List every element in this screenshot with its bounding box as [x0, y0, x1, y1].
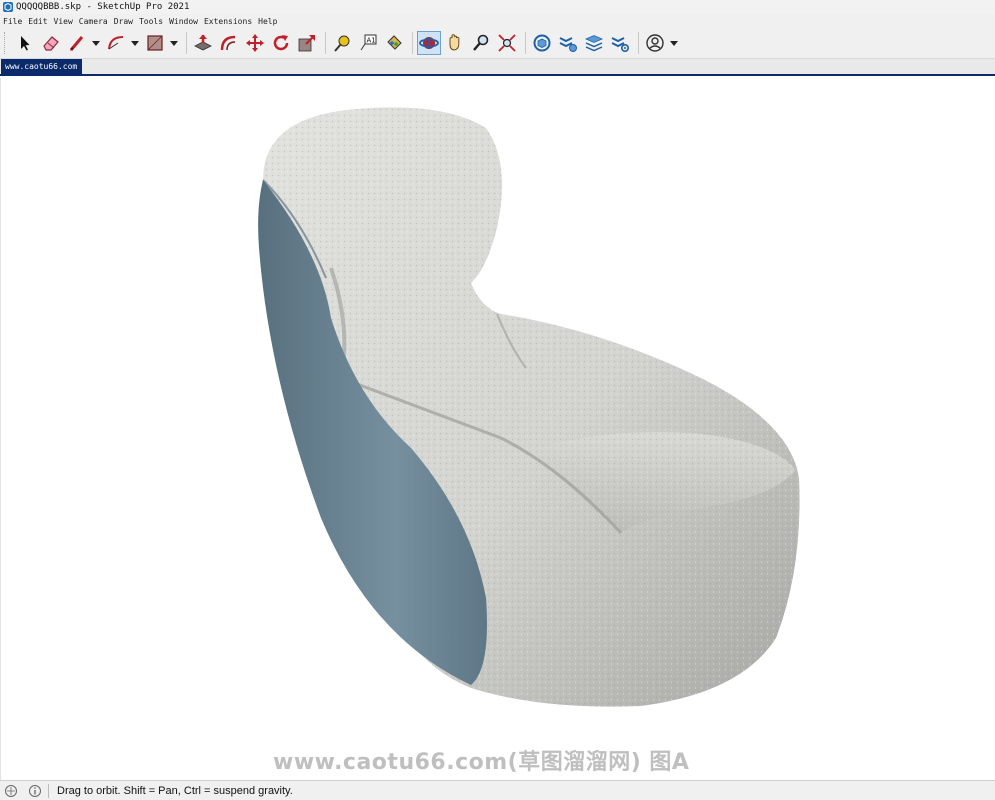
eraser-icon [43, 36, 59, 51]
extension-warehouse-icon [559, 37, 577, 52]
arc-icon [108, 36, 124, 50]
user-account-dropdown[interactable] [669, 31, 679, 55]
user-account-button[interactable] [643, 31, 667, 55]
tape-measure-icon [334, 35, 350, 52]
arc-tool-dropdown[interactable] [130, 31, 140, 55]
select-icon [21, 36, 30, 51]
svg-text:A1: A1 [367, 37, 376, 45]
rectangle-icon [147, 35, 163, 51]
offset-tool-button[interactable] [217, 31, 241, 55]
menu-window[interactable]: Window [166, 17, 201, 26]
move-tool-button[interactable] [243, 31, 267, 55]
layout-icon [585, 35, 603, 52]
info-icon[interactable] [28, 784, 42, 798]
rotate-icon [273, 35, 289, 51]
push-pull-tool-button[interactable] [191, 31, 215, 55]
paint-bucket-tool-button[interactable] [382, 31, 406, 55]
toolbar-separator [412, 32, 413, 54]
menu-edit[interactable]: Edit [25, 17, 50, 26]
status-message: Drag to orbit. Shift = Pan, Ctrl = suspe… [57, 784, 293, 797]
layout-button[interactable] [582, 31, 606, 55]
line-tool-dropdown[interactable] [91, 31, 101, 55]
scale-tool-button[interactable] [295, 31, 319, 55]
menu-tools[interactable]: Tools [136, 17, 166, 26]
scale-icon [298, 35, 315, 52]
toolbar-separator [325, 32, 326, 54]
menu-extensions[interactable]: Extensions [201, 17, 255, 26]
window-title: QQQQQBBB.skp - SketchUp Pro 2021 [16, 2, 190, 12]
scene-tab[interactable]: www.caotu66.com [1, 59, 82, 76]
title-bar: QQQQQBBB.skp - SketchUp Pro 2021 [0, 0, 995, 14]
menu-draw[interactable]: Draw [111, 17, 136, 26]
orbit-tool-button[interactable] [417, 31, 441, 55]
toolbar-separator [186, 32, 187, 54]
status-bar: Drag to orbit. Shift = Pan, Ctrl = suspe… [0, 780, 995, 800]
text-tool-button[interactable]: A1 [356, 31, 380, 55]
orbit-icon [419, 37, 439, 49]
zoom-extents-icon [498, 34, 516, 52]
3d-warehouse-icon [533, 34, 551, 52]
menu-camera[interactable]: Camera [76, 17, 111, 26]
geo-location-icon[interactable] [4, 784, 18, 798]
drawing-viewport[interactable]: www.caotu66.com(草图溜溜网) 图A [0, 78, 995, 780]
rotate-tool-button[interactable] [269, 31, 293, 55]
extension-manager-button[interactable] [608, 31, 632, 55]
rectangle-tool-button[interactable] [143, 31, 167, 55]
paint-bucket-icon [387, 35, 402, 50]
sketchup-logo-icon [3, 2, 13, 12]
pan-icon [449, 34, 460, 51]
push-pull-icon [194, 34, 212, 51]
text-icon: A1 [360, 34, 377, 51]
scene-tabs: www.caotu66.com [0, 59, 995, 76]
3d-warehouse-button[interactable] [530, 31, 554, 55]
user-account-icon [646, 34, 664, 52]
zoom-tool-button[interactable] [469, 31, 493, 55]
menu-bar: File Edit View Camera Draw Tools Window … [0, 14, 995, 28]
rectangle-tool-dropdown[interactable] [169, 31, 179, 55]
chair-model [258, 107, 800, 707]
menu-help[interactable]: Help [255, 17, 280, 26]
move-icon [246, 34, 264, 52]
toolbar-grip[interactable] [4, 32, 7, 54]
offset-icon [220, 35, 236, 51]
extension-manager-icon [611, 37, 630, 53]
tape-measure-tool-button[interactable] [330, 31, 354, 55]
pan-tool-button[interactable] [443, 31, 467, 55]
extension-warehouse-button[interactable] [556, 31, 580, 55]
main-toolbar: A1 [0, 28, 995, 59]
watermark-text: www.caotu66.com(草图溜溜网) 图A [273, 750, 690, 775]
toolbar-separator [638, 32, 639, 54]
eraser-tool-button[interactable] [39, 31, 63, 55]
select-tool-button[interactable] [13, 31, 37, 55]
line-tool-button[interactable] [65, 31, 89, 55]
arc-tool-button[interactable] [104, 31, 128, 55]
zoom-extents-tool-button[interactable] [495, 31, 519, 55]
status-separator [48, 783, 49, 798]
line-icon [69, 36, 84, 51]
menu-file[interactable]: File [0, 17, 25, 26]
zoom-icon [473, 34, 489, 51]
menu-view[interactable]: View [51, 17, 76, 26]
toolbar-separator [525, 32, 526, 54]
